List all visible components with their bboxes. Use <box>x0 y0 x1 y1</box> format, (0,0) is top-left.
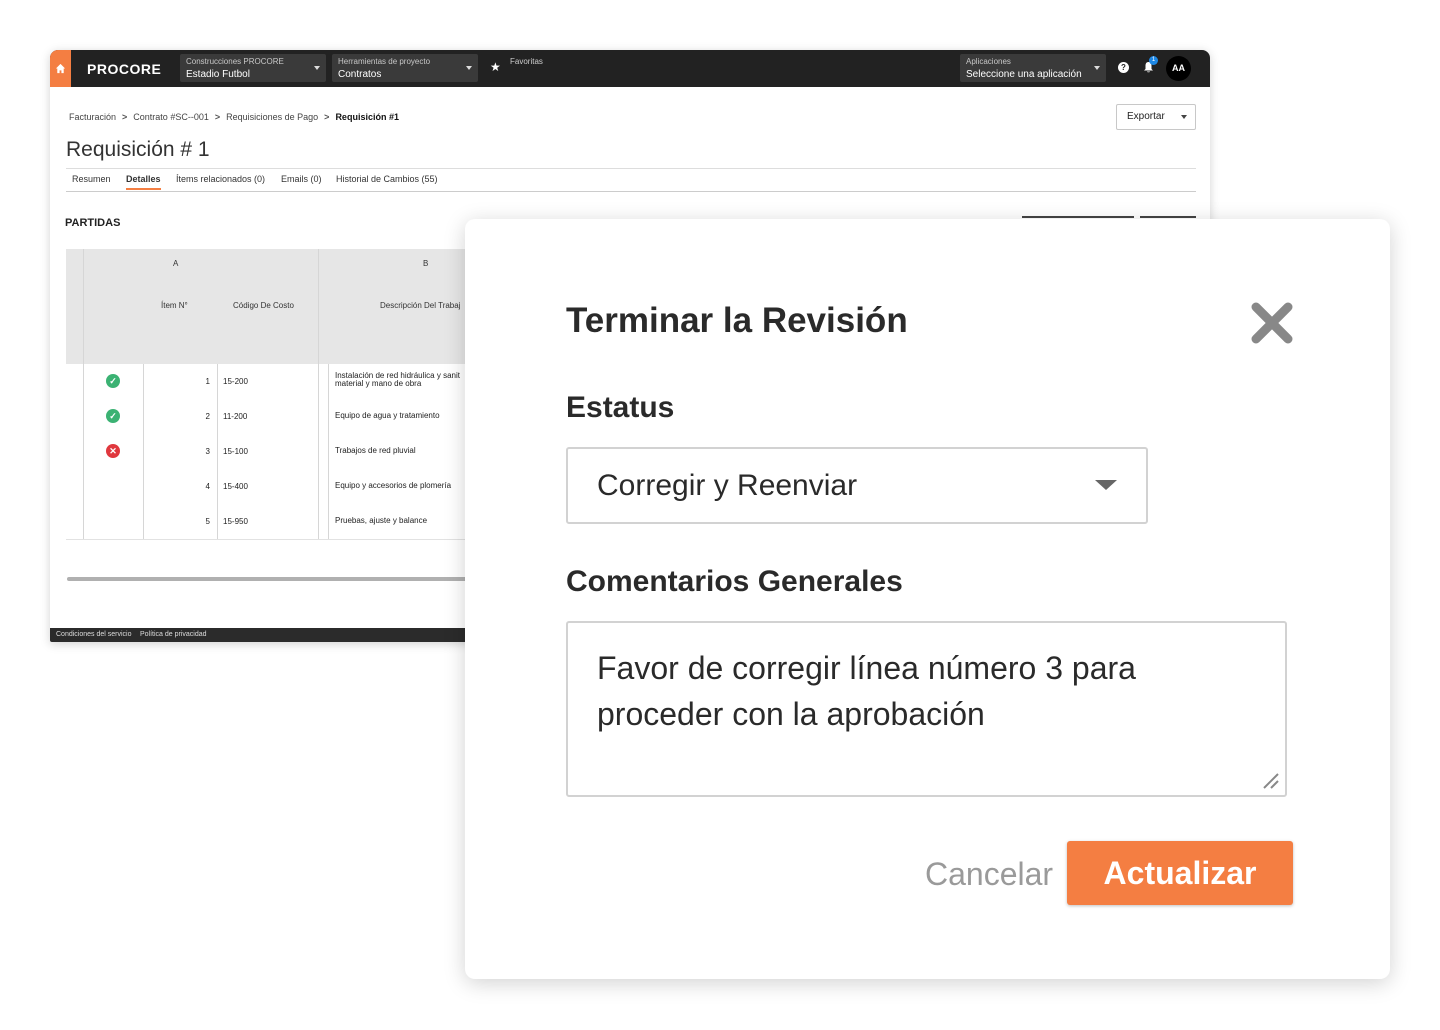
comments-value: Favor de corregir línea número 3 para pr… <box>597 650 1136 732</box>
table-row[interactable]: 5 15-950 Pruebas, ajuste y balance <box>66 504 486 540</box>
status-select[interactable]: Corregir y Reenviar <box>566 447 1148 524</box>
check-circle-icon: ✓ <box>106 409 120 423</box>
line-items-table: A B Ítem N° Código De Costo Descripción … <box>66 249 486 584</box>
chevron-down-icon <box>466 66 472 70</box>
toolbar-button-edge[interactable] <box>1140 216 1196 218</box>
chevron-down-icon <box>1094 66 1100 70</box>
company-label: Construcciones PROCORE <box>186 57 284 66</box>
status-value: Corregir y Reenviar <box>597 469 858 502</box>
tab-related-items[interactable]: Ítems relacionados (0) <box>176 174 265 188</box>
home-icon <box>55 63 66 74</box>
x-circle-icon: ✕ <box>106 444 120 458</box>
description-line: material y mano de obra <box>335 379 422 388</box>
cost-code: 15-400 <box>223 482 248 491</box>
item-number: 5 <box>205 517 210 526</box>
procore-logo[interactable]: PROCORE <box>87 61 161 77</box>
update-button[interactable]: Actualizar <box>1067 841 1293 905</box>
table-header: A B Ítem N° Código De Costo Descripción … <box>66 249 486 365</box>
description: Instalación de red hidráulica y sanit mat… <box>335 372 485 388</box>
project-name: Estadio Futbol <box>186 69 250 80</box>
export-button[interactable]: Exportar <box>1116 104 1196 130</box>
chevron-right-icon: > <box>122 112 128 122</box>
cost-code: 15-100 <box>223 447 248 456</box>
cost-code: 15-950 <box>223 517 248 526</box>
chevron-down-icon <box>1095 480 1117 490</box>
column-divider <box>318 249 319 539</box>
divider <box>66 191 1196 192</box>
privacy-link[interactable]: Política de privacidad <box>140 631 207 638</box>
breadcrumb-item-contract[interactable]: Contrato #SC--001 <box>133 112 209 122</box>
company-project-selector[interactable]: Construcciones PROCORE Estadio Futbol <box>180 54 326 82</box>
tab-change-history[interactable]: Historial de Cambios (55) <box>336 174 438 188</box>
column-header-description[interactable]: Descripción Del Trabaj <box>380 301 460 310</box>
column-group-b: B <box>423 259 429 268</box>
divider <box>66 168 1196 169</box>
table-row[interactable]: ✕ 3 15-100 Trabajos de red pluvial <box>66 434 486 470</box>
notification-badge: 1 <box>1149 56 1158 65</box>
dialog-title: Terminar la Revisión <box>566 301 908 340</box>
breadcrumb-item-billing[interactable]: Facturación <box>69 112 116 122</box>
column-divider <box>328 364 329 539</box>
chevron-right-icon: > <box>214 112 221 122</box>
close-icon[interactable] <box>1251 302 1293 344</box>
current-tool: Contratos <box>338 69 382 80</box>
column-header-item-number[interactable]: Ítem N° <box>161 301 188 310</box>
update-button-label: Actualizar <box>1103 855 1257 891</box>
horizontal-scrollbar[interactable] <box>67 577 467 581</box>
breadcrumb-item-requisitions[interactable]: Requisiciones de Pago <box>226 112 318 122</box>
item-number: 3 <box>205 447 210 456</box>
tab-details[interactable]: Detalles <box>126 174 161 190</box>
item-number: 4 <box>205 482 210 491</box>
finish-review-dialog: Terminar la Revisión Estatus Corregir y … <box>465 219 1390 979</box>
cost-code: 15-200 <box>223 377 248 386</box>
table-row[interactable]: 4 15-400 Equipo y accesorios de plomería <box>66 469 486 505</box>
comments-label: Comentarios Generales <box>566 565 903 598</box>
favorites-label[interactable]: Favoritas <box>510 57 543 66</box>
help-icon[interactable]: ? <box>1118 62 1129 73</box>
page-title: Requisición # 1 <box>66 138 210 161</box>
item-number: 2 <box>205 412 210 421</box>
tools-label: Herramientas de proyecto <box>338 57 431 66</box>
home-button[interactable] <box>50 50 71 87</box>
description: Equipo de agua y tratamiento <box>335 412 440 420</box>
breadcrumb-item-current: Requisición #1 <box>335 112 399 122</box>
description: Pruebas, ajuste y balance <box>335 517 428 525</box>
column-group-a: A <box>173 259 179 268</box>
star-icon[interactable]: ★ <box>490 60 501 74</box>
top-navigation-bar: PROCORE Construcciones PROCORE Estadio F… <box>50 50 1210 87</box>
column-divider <box>217 364 218 539</box>
resize-handle-icon[interactable] <box>1261 771 1279 789</box>
apps-selector[interactable]: Aplicaciones Seleccione una aplicación <box>960 54 1106 82</box>
breadcrumb: Facturación > Contrato #SC--001 > Requisicio… <box>69 112 399 122</box>
column-header-cost-code[interactable]: Código De Costo <box>233 301 294 310</box>
description: Trabajos de red pluvial <box>335 447 416 455</box>
project-tools-selector[interactable]: Herramientas de proyecto Contratos <box>332 54 478 82</box>
check-circle-icon: ✓ <box>106 374 120 388</box>
cost-code: 11-200 <box>223 412 248 421</box>
column-divider <box>83 249 84 539</box>
terms-link[interactable]: Condiciones del servicio <box>56 631 131 638</box>
export-label: Exportar <box>1127 111 1165 122</box>
item-number: 1 <box>205 377 210 386</box>
tab-summary[interactable]: Resumen <box>72 174 111 188</box>
table-row[interactable]: ✓ 2 11-200 Equipo de agua y tratamiento <box>66 399 486 435</box>
status-label: Estatus <box>566 391 675 424</box>
avatar[interactable]: AA <box>1166 56 1191 81</box>
comments-textarea[interactable]: Favor de corregir línea número 3 para pr… <box>566 621 1287 797</box>
column-divider <box>143 364 144 539</box>
apps-label: Aplicaciones <box>966 57 1011 66</box>
apps-value: Seleccione una aplicación <box>966 69 1082 80</box>
section-title: PARTIDAS <box>65 217 121 229</box>
toolbar-button-edge[interactable] <box>1022 216 1134 218</box>
cancel-button[interactable]: Cancelar <box>925 856 1053 893</box>
table-row[interactable]: ✓ 1 15-200 Instalación de red hidráulica… <box>66 364 486 400</box>
chevron-down-icon <box>314 66 320 70</box>
description: Equipo y accesorios de plomería <box>335 482 452 490</box>
chevron-down-icon <box>1181 115 1187 119</box>
chevron-right-icon: > <box>324 112 330 122</box>
tab-emails[interactable]: Emails (0) <box>281 174 322 188</box>
